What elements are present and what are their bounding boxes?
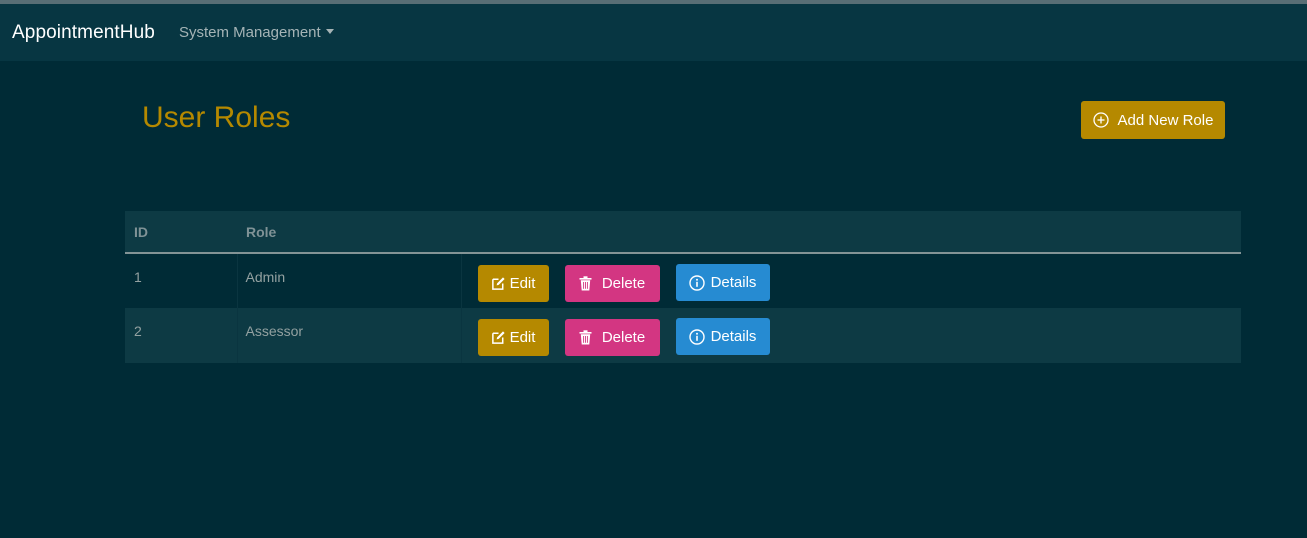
cell-id: 2 [125, 308, 238, 363]
page-title: User Roles [142, 101, 291, 134]
delete-button[interactable]: Delete [564, 318, 660, 356]
cell-actions: Edit Delete Details [461, 253, 1241, 308]
trash-icon [579, 329, 592, 344]
info-circle-icon [688, 328, 705, 345]
system-management-label: System Management [178, 24, 321, 41]
system-management-dropdown[interactable]: System Management [179, 24, 334, 41]
table-header-row: ID Role [125, 211, 1241, 254]
cell-id: 1 [125, 253, 238, 308]
top-navbar: AppointmentHub System Management [0, 4, 1307, 61]
edit-label: Edit [509, 274, 536, 292]
delete-button[interactable]: Delete [564, 264, 660, 302]
edit-button[interactable]: Edit [477, 318, 549, 356]
details-button[interactable]: Details [675, 264, 770, 301]
cell-actions: Edit Delete Details [461, 308, 1241, 363]
pencil-square-icon [491, 330, 505, 344]
add-new-role-button[interactable]: Add New Role [1081, 101, 1225, 139]
header-actions [461, 211, 1241, 254]
delete-label: Delete [601, 274, 646, 292]
add-new-role-label: Add New Role [1117, 111, 1214, 129]
trash-icon [579, 275, 592, 290]
pencil-square-icon [491, 276, 505, 290]
edit-button[interactable]: Edit [477, 264, 549, 302]
plus-circle-icon [1092, 112, 1109, 128]
caret-down-icon [325, 29, 334, 34]
brand-link[interactable]: AppointmentHub [12, 22, 155, 44]
details-button[interactable]: Details [675, 318, 770, 355]
header-id: ID [125, 211, 237, 254]
delete-label: Delete [601, 328, 646, 346]
roles-table-container: ID Role 1 Admin Edit Delete Details 2 As… [125, 211, 1241, 363]
details-label: Details [710, 328, 757, 345]
details-label: Details [710, 274, 757, 291]
header-role: Role [237, 211, 461, 254]
table-row: 2 Assessor Edit Delete Details [125, 308, 1241, 363]
table-row: 1 Admin Edit Delete Details [125, 253, 1241, 308]
info-circle-icon [688, 274, 705, 291]
roles-table: ID Role 1 Admin Edit Delete Details 2 As… [125, 211, 1241, 363]
edit-label: Edit [509, 328, 536, 346]
cell-role: Assessor [237, 308, 462, 363]
cell-role: Admin [237, 253, 462, 308]
